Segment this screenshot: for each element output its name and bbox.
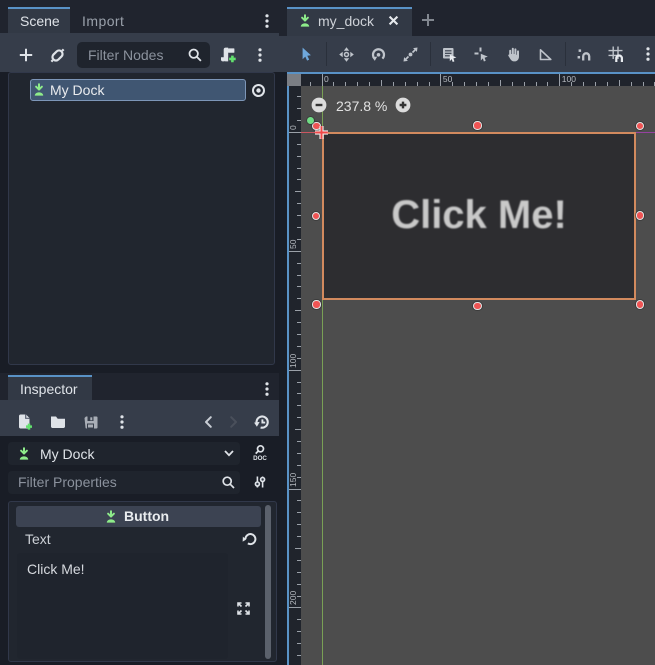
svg-text:DOC: DOC (253, 455, 267, 462)
